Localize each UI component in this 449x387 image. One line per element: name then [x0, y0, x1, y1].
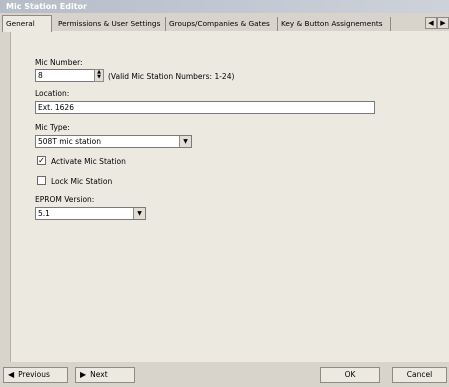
window-title: Mic Station Editor [0, 0, 449, 13]
button-bar: ◀ Previous ▶ Next OK Cancel [0, 364, 449, 387]
eprom-label: EPROM Version: [35, 195, 95, 204]
tab-permissions[interactable]: Permissions & User Settings [55, 17, 166, 31]
tab-scroll-right-button[interactable]: ▶ [437, 17, 449, 29]
eprom-value: 5.1 [38, 209, 50, 218]
mic-number-spinner[interactable]: ▲ ▼ [94, 69, 104, 82]
arrow-right-icon: ▶ [80, 370, 87, 379]
tab-scroll-left-button[interactable]: ◀ [425, 17, 437, 29]
chevron-down-icon[interactable]: ▼ [133, 208, 145, 219]
arrow-left-icon: ◀ [428, 19, 434, 27]
cancel-button[interactable]: Cancel [392, 367, 447, 383]
lock-checkbox[interactable] [37, 176, 46, 185]
mic-number-input[interactable]: 8 [35, 69, 97, 82]
next-label: Next [90, 370, 108, 379]
tab-groups[interactable]: Groups/Companies & Gates [166, 17, 278, 31]
ok-button[interactable]: OK [320, 367, 380, 383]
lock-label: Lock Mic Station [51, 177, 113, 186]
previous-label: Previous [18, 370, 50, 379]
tab-general[interactable]: General [2, 15, 52, 32]
previous-button[interactable]: ◀ Previous [3, 367, 68, 383]
mic-type-value: 508T mic station [38, 137, 101, 146]
tab-key-button[interactable]: Key & Button Assignements [278, 17, 391, 31]
eprom-select[interactable]: 5.1 ▼ [35, 207, 146, 220]
chevron-down-icon[interactable]: ▼ [179, 136, 191, 147]
activate-label: Activate Mic Station [51, 157, 126, 166]
location-label: Location: [35, 89, 70, 98]
general-panel: Mic Number: 8 ▲ ▼ (Valid Mic Station Num… [10, 31, 449, 362]
mic-number-label: Mic Number: [35, 58, 83, 67]
mic-number-hint: (Valid Mic Station Numbers: 1-24) [108, 72, 235, 81]
mic-type-label: Mic Type: [35, 123, 70, 132]
next-button[interactable]: ▶ Next [75, 367, 135, 383]
arrow-right-icon: ▶ [440, 19, 446, 27]
location-input[interactable]: Ext. 1626 [35, 101, 375, 114]
mic-type-select[interactable]: 508T mic station ▼ [35, 135, 192, 148]
spin-down-icon: ▼ [97, 74, 101, 80]
arrow-left-icon: ◀ [8, 370, 15, 379]
tab-strip: General Permissions & User Settings Grou… [2, 14, 449, 32]
activate-checkbox[interactable]: ✓ [37, 156, 46, 165]
